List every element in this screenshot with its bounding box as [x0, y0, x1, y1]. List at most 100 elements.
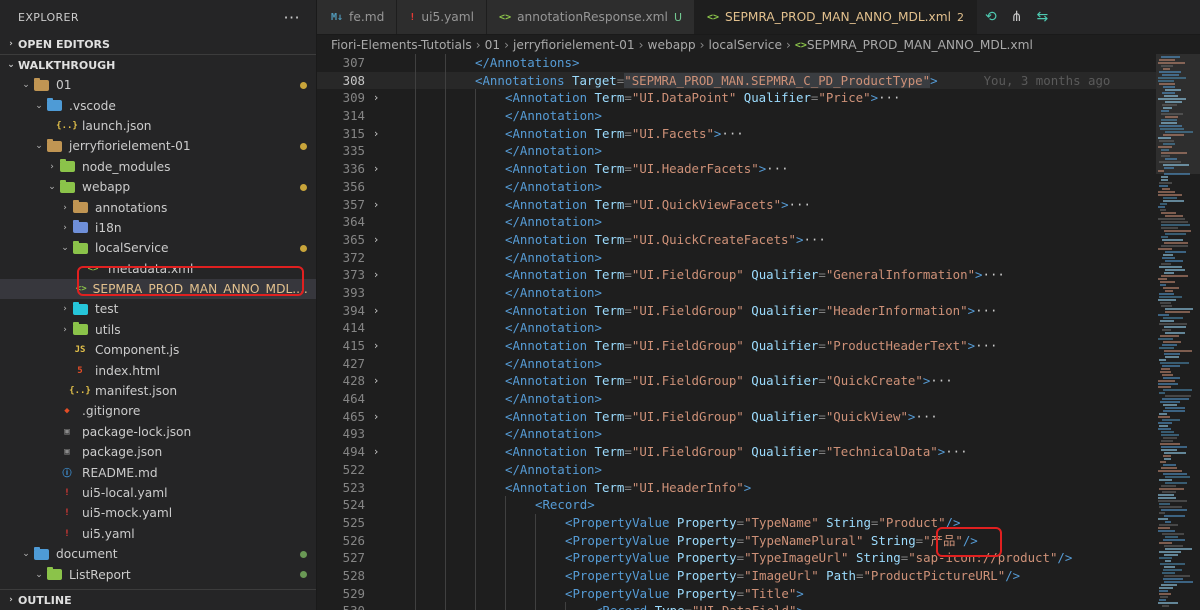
tree-item[interactable]: JS Component.js — [0, 340, 316, 360]
code-token: = — [736, 585, 745, 601]
tree-item-label: package-lock.json — [82, 424, 192, 439]
compare-icon[interactable]: ⇆ — [1036, 9, 1048, 25]
breadcrumb-item[interactable]: SEPMRA_PROD_MAN_ANNO_MDL.xml — [807, 38, 1033, 52]
code-token: = — [818, 267, 826, 283]
indent-guide — [475, 390, 476, 408]
minimap-line — [1164, 458, 1171, 460]
minimap[interactable] — [1156, 54, 1200, 610]
breadcrumb-item[interactable]: Fiori-Elements-Tutotials — [331, 38, 472, 52]
editor-tab[interactable]: ! ui5.yaml — [397, 0, 488, 34]
code-token: Term — [594, 408, 625, 424]
tree-item[interactable]: › utils — [0, 320, 316, 340]
tree-item[interactable]: › test — [0, 299, 316, 319]
tree-item[interactable]: ⌄ webapp — [0, 177, 316, 197]
minimap-line — [1160, 203, 1167, 205]
tree-item[interactable]: {..} manifest.json — [0, 381, 316, 401]
code-text: <Record> — [387, 496, 1157, 514]
section-walkthrough[interactable]: ⌄ WALKTHROUGH — [0, 54, 316, 75]
minimap-line — [1165, 395, 1191, 397]
more-actions-icon[interactable]: ··· — [284, 8, 300, 27]
tree-item[interactable]: ◆ .gitignore — [0, 401, 316, 421]
chevron-right-icon: › — [9, 595, 13, 605]
minimap-line — [1165, 548, 1192, 550]
fold-chevron-icon[interactable]: › — [365, 266, 387, 284]
tree-item[interactable]: ⌄ localService — [0, 238, 316, 258]
tree-item[interactable]: ⌄ .vscode — [0, 95, 316, 115]
tree-item[interactable]: ▣ package-lock.json — [0, 422, 316, 442]
explorer-header: EXPLORER ··· — [0, 0, 316, 34]
source-control-graph-icon[interactable]: ⋔ — [1011, 9, 1023, 25]
section-open-editors[interactable]: › OPEN EDITORS — [0, 34, 316, 54]
tree-item[interactable]: ⌄ document — [0, 544, 316, 564]
breadcrumb-item[interactable]: localService — [709, 38, 782, 52]
indent-guide — [445, 107, 446, 125]
minimap-line — [1158, 146, 1172, 148]
fold-chevron-icon[interactable]: › — [365, 231, 387, 249]
editor-tab[interactable]: <> SEPMRA_PROD_MAN_ANNO_MDL.xml 2 — [695, 0, 977, 34]
code-token: "HeaderInformation" — [825, 302, 968, 318]
code-line: 373 › <Annotation Term="UI.FieldGroup" Qua… — [317, 266, 1157, 284]
breadcrumb-item[interactable]: 01 — [485, 38, 501, 52]
fold-chevron-icon[interactable]: › — [365, 302, 387, 320]
minimap-line — [1159, 161, 1181, 163]
section-outline[interactable]: › OUTLINE — [0, 589, 316, 610]
line-number: 494 — [342, 444, 365, 460]
code-token: "UI.DataField" — [692, 603, 796, 610]
fold-chevron-icon[interactable]: › — [365, 89, 387, 107]
indent-guide — [475, 354, 476, 373]
line-number: 527 — [342, 550, 365, 566]
code-token: > — [967, 338, 976, 353]
minimap-line — [1163, 437, 1177, 439]
tree-item[interactable]: 5 index.html — [0, 360, 316, 380]
tree-item[interactable]: ⓘ README.md — [0, 462, 316, 482]
editor-tab[interactable]: M↓ fe.md — [317, 0, 398, 34]
indent-guide — [505, 549, 506, 567]
code-token: String — [870, 532, 916, 548]
fold-chevron-icon[interactable]: › — [365, 372, 387, 390]
fold-chevron-icon[interactable]: › — [365, 408, 387, 426]
fold-chevron-icon[interactable]: › — [365, 196, 387, 214]
breadcrumb-item[interactable]: jerryfiorielement-01 — [513, 38, 635, 52]
minimap-line — [1161, 149, 1169, 151]
tab-bar: M↓ fe.md! ui5.yaml <> annotationResponse.xml… — [317, 0, 1200, 35]
minimap-line — [1165, 251, 1186, 253]
breadcrumb-item[interactable]: webapp — [648, 38, 696, 52]
tree-item[interactable]: › i18n — [0, 218, 316, 238]
tree-item[interactable]: <> SEPMRA_PROD_MAN_ANNO_MDL.... — [0, 278, 316, 300]
tree-item[interactable]: ! ui5-mock.yaml — [0, 503, 316, 523]
tree-item[interactable]: ⌄ 01 — [0, 75, 316, 95]
indent-guide — [475, 407, 476, 426]
tree-item[interactable]: <> metadata.xml — [0, 259, 316, 279]
tree-item[interactable]: ! ui5-local.yaml — [0, 483, 316, 503]
fold-chevron-icon[interactable]: › — [365, 337, 387, 355]
tab-status-badge: 2 — [957, 10, 964, 24]
tree-item[interactable]: ⌄ jerryfiorielement-01 — [0, 136, 316, 156]
minimap-line — [1159, 425, 1168, 427]
minimap-line — [1159, 551, 1181, 553]
minimap-line — [1161, 152, 1187, 154]
tree-item[interactable]: ⌄ ListReport — [0, 564, 316, 584]
editor-tab[interactable]: <> annotationResponse.xml U — [487, 0, 695, 34]
code-editor[interactable]: 307 </Annotations> 308 <Annotations Target=… — [317, 54, 1157, 610]
code-token: "UI.QuickViewFacets" — [631, 196, 782, 212]
code-token: PropertyValue — [572, 567, 670, 583]
folder-icon — [71, 220, 89, 235]
line-number: 526 — [342, 532, 365, 548]
minimap-line — [1160, 362, 1189, 364]
line-number: 357 — [342, 196, 365, 212]
fold-chevron-icon[interactable]: › — [365, 443, 387, 461]
tree-item[interactable]: ! ui5.yaml — [0, 524, 316, 544]
minimap-line — [1165, 356, 1179, 358]
tree-item[interactable]: › node_modules — [0, 157, 316, 177]
minimap-line — [1165, 260, 1183, 262]
tree-item[interactable]: {..} launch.json — [0, 116, 316, 136]
fold-chevron-icon[interactable]: › — [365, 125, 387, 143]
tree-item[interactable]: › annotations — [0, 197, 316, 217]
timeline-icon[interactable]: ⟲ — [985, 9, 997, 25]
tree-item-label: metadata.xml — [108, 261, 194, 276]
fold-chevron-icon[interactable]: › — [365, 160, 387, 178]
tree-item[interactable]: ▣ package.json — [0, 442, 316, 462]
indent-guide — [475, 513, 476, 532]
folder-icon — [71, 301, 89, 316]
